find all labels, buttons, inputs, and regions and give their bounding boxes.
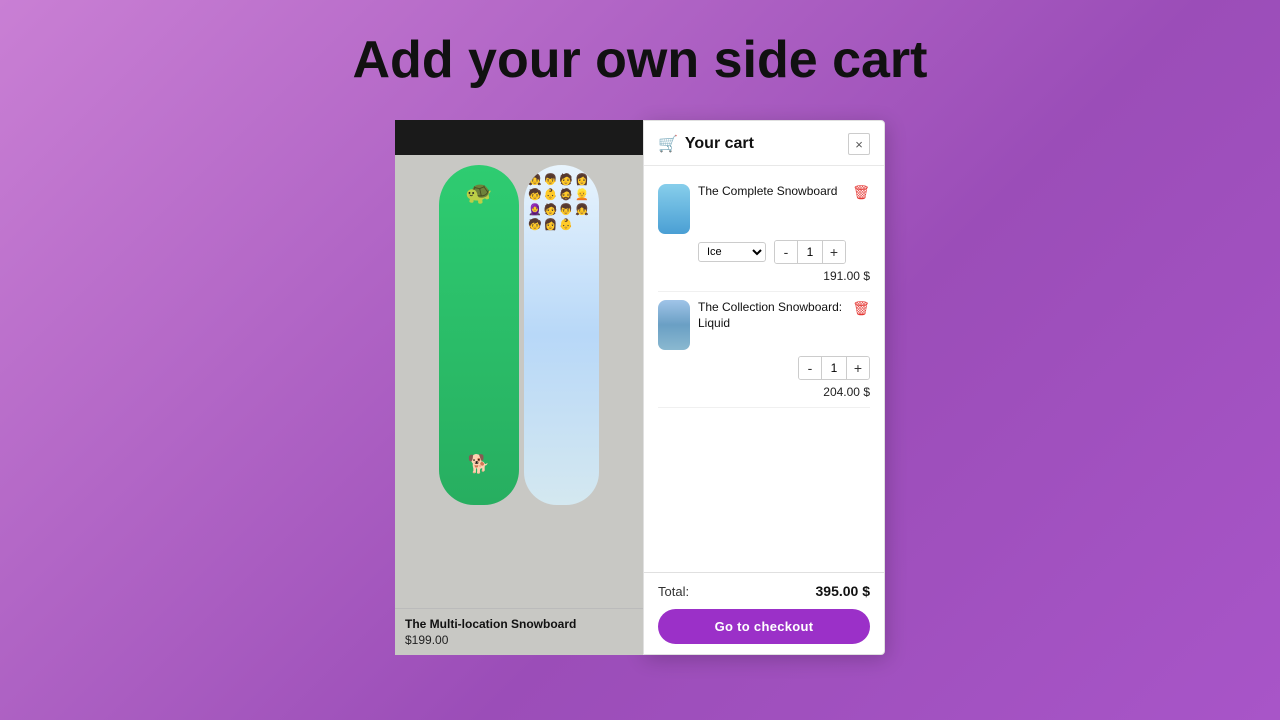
snowboard-green xyxy=(439,165,519,505)
product-images: 👧👦🧑 👩🧒👶 🧔👱🧕 🧑👦👧 🧒👩👶 xyxy=(395,155,643,608)
cart-panel: 🛒 Your cart × The Complete Snowboard 🗑 I… xyxy=(643,120,885,655)
cart-header: 🛒 Your cart × xyxy=(644,121,884,166)
item-2-qty-plus[interactable]: + xyxy=(847,357,869,379)
cart-close-button[interactable]: × xyxy=(848,133,870,155)
total-amount: 395.00 $ xyxy=(816,583,871,599)
checkout-button[interactable]: Go to checkout xyxy=(658,609,870,644)
item-1-qty-controls: - + xyxy=(774,240,846,264)
demo-container: 👧👦🧑 👩🧒👶 🧔👱🧕 🧑👦👧 🧒👩👶 The Multi-location S… xyxy=(395,120,885,655)
store-top-bar xyxy=(395,120,643,155)
cart-items-list: The Complete Snowboard 🗑 Ice Powder Spri… xyxy=(644,166,884,572)
cart-title-group: 🛒 Your cart xyxy=(658,134,754,154)
item-2-price: 204.00 $ xyxy=(823,385,870,399)
cart-total-row: Total: 395.00 $ xyxy=(658,583,870,599)
item-1-variant-select[interactable]: Ice Powder Spring xyxy=(698,242,766,262)
item-1-delete-button[interactable]: 🗑 xyxy=(852,184,870,201)
item-2-qty-input[interactable] xyxy=(821,357,847,379)
product-price: $199.00 xyxy=(405,633,633,647)
item-1-variant-row: Ice Powder Spring - + xyxy=(698,240,870,264)
page-title: Add your own side cart xyxy=(353,30,928,90)
item-2-name: The Collection Snowboard: Liquid xyxy=(698,300,844,331)
cart-footer: Total: 395.00 $ Go to checkout xyxy=(644,572,884,654)
item-thumbnail-1 xyxy=(658,184,690,234)
item-2-qty-row: - + xyxy=(658,356,870,380)
cart-item-top: The Complete Snowboard 🗑 xyxy=(658,184,870,234)
item-1-qty-minus[interactable]: - xyxy=(775,241,797,263)
item-2-qty-controls: - + xyxy=(798,356,870,380)
product-info: The Multi-location Snowboard $199.00 xyxy=(395,608,643,655)
item-2-delete-button[interactable]: 🗑 xyxy=(852,300,870,317)
cart-title-text: Your cart xyxy=(685,135,754,153)
product-name: The Multi-location Snowboard xyxy=(405,617,633,631)
item-2-qty-minus[interactable]: - xyxy=(799,357,821,379)
item-1-name: The Complete Snowboard xyxy=(698,184,844,200)
cart-item: The Complete Snowboard 🗑 Ice Powder Spri… xyxy=(658,176,870,292)
product-panel: 👧👦🧑 👩🧒👶 🧔👱🧕 🧑👦👧 🧒👩👶 The Multi-location S… xyxy=(395,120,643,655)
total-label: Total: xyxy=(658,584,689,599)
item-1-price-row: 191.00 $ xyxy=(658,269,870,283)
cart-item: The Collection Snowboard: Liquid 🗑 - + 2… xyxy=(658,292,870,408)
item-1-qty-input[interactable] xyxy=(797,241,823,263)
item-1-qty-plus[interactable]: + xyxy=(823,241,845,263)
cart-item-top: The Collection Snowboard: Liquid 🗑 xyxy=(658,300,870,350)
cart-icon: 🛒 xyxy=(658,134,678,154)
item-thumbnail-2 xyxy=(658,300,690,350)
item-2-price-row: 204.00 $ xyxy=(658,385,870,399)
item-1-price: 191.00 $ xyxy=(823,269,870,283)
snowboard-pixel: 👧👦🧑 👩🧒👶 🧔👱🧕 🧑👦👧 🧒👩👶 xyxy=(524,165,599,505)
